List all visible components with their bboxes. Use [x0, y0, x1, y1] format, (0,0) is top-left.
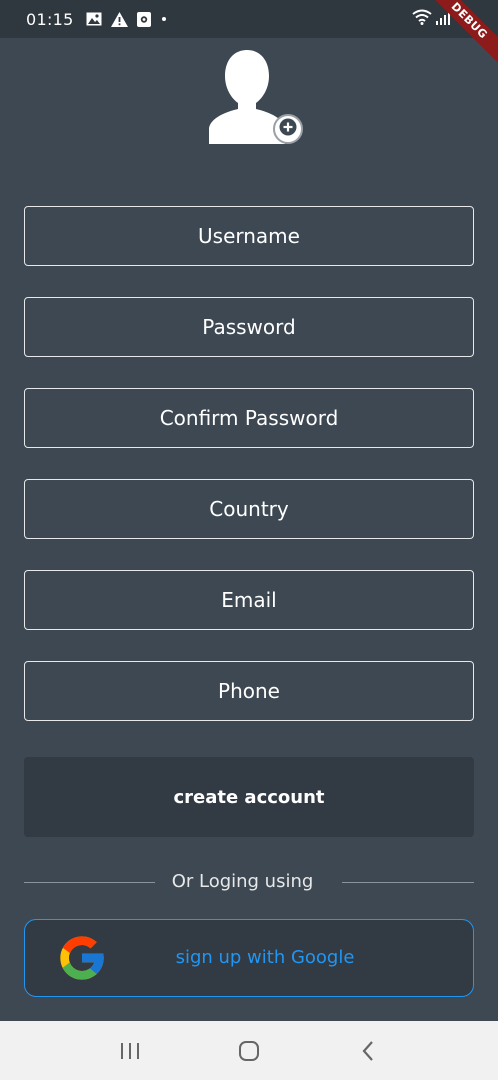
- image-icon: [86, 12, 102, 26]
- phone-field[interactable]: [24, 661, 474, 721]
- system-nav-bar: [0, 1021, 498, 1080]
- dot-icon: [160, 15, 168, 23]
- email-input[interactable]: [25, 571, 473, 629]
- divider-line-left: [24, 882, 155, 883]
- password-input[interactable]: [25, 298, 473, 356]
- avatar[interactable]: [205, 46, 305, 146]
- confirm-password-input[interactable]: [25, 389, 473, 447]
- divider-line-right: [342, 882, 474, 883]
- google-signup-button[interactable]: sign up with Google: [24, 919, 474, 997]
- add-photo-button[interactable]: [273, 114, 303, 144]
- wifi-icon: [412, 9, 432, 29]
- status-right-icons: [412, 9, 452, 29]
- home-icon[interactable]: [229, 1031, 269, 1071]
- recent-apps-icon[interactable]: [110, 1031, 150, 1071]
- email-field[interactable]: [24, 570, 474, 630]
- back-icon[interactable]: [348, 1031, 388, 1071]
- password-field[interactable]: [24, 297, 474, 357]
- username-input[interactable]: [25, 207, 473, 265]
- add-circle-icon: [279, 118, 297, 140]
- country-field[interactable]: [24, 479, 474, 539]
- create-account-button[interactable]: create account: [24, 757, 474, 837]
- app-notification-icon: [136, 11, 151, 27]
- username-field[interactable]: [24, 206, 474, 266]
- confirm-password-field[interactable]: [24, 388, 474, 448]
- google-logo-icon: [56, 932, 108, 984]
- status-time: 01:15: [26, 9, 74, 29]
- google-signup-label: sign up with Google: [175, 947, 355, 968]
- warning-icon: [110, 11, 128, 27]
- divider-text: Or Loging using: [171, 871, 314, 892]
- phone-input[interactable]: [25, 662, 473, 720]
- status-bar: 01:15 DEBUG: [0, 0, 498, 67]
- country-input[interactable]: [25, 480, 473, 538]
